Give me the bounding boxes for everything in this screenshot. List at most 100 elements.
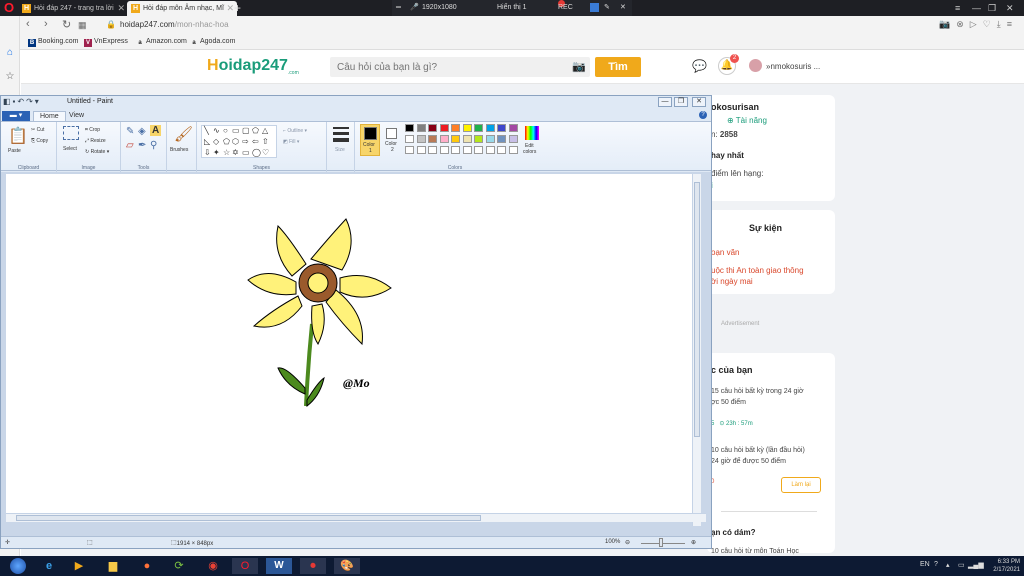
callout-oval-shape-icon[interactable]: ◯ xyxy=(252,148,261,157)
paint-close-icon[interactable]: ✕ xyxy=(692,97,706,107)
edit-colors-icon[interactable] xyxy=(525,126,539,140)
eraser-icon[interactable]: ▱ xyxy=(126,140,134,151)
callout-rect-shape-icon[interactable]: ▭ xyxy=(242,148,250,157)
file-menu-button[interactable]: ▬ ▾ xyxy=(2,111,30,121)
oval-shape-icon[interactable]: ○ xyxy=(223,126,228,135)
battery-icon[interactable]: ▭ xyxy=(958,561,965,569)
profile-name[interactable]: okosurisan xyxy=(711,102,759,112)
palette-swatch[interactable] xyxy=(508,146,518,154)
language-indicator[interactable]: EN xyxy=(920,561,930,568)
palette-swatch[interactable] xyxy=(485,135,495,143)
select-icon[interactable] xyxy=(63,126,79,140)
file-explorer-icon[interactable]: ▆ xyxy=(100,558,126,574)
chat-icon[interactable]: 💬 xyxy=(692,59,707,73)
palette-swatch[interactable] xyxy=(451,124,460,132)
palette-swatch[interactable] xyxy=(439,135,449,143)
palette-swatch[interactable] xyxy=(474,146,483,154)
arrow-right-shape-icon[interactable]: ⇨ xyxy=(242,137,249,146)
paint-icon[interactable]: 🎨 xyxy=(334,558,360,574)
palette-swatch[interactable] xyxy=(462,135,472,143)
pentagon-shape-icon[interactable]: ⬠ xyxy=(223,137,230,146)
mic-icon[interactable]: 🎤 xyxy=(410,0,419,16)
network-icon[interactable]: ▂▄▆ xyxy=(968,561,984,569)
palette-swatch[interactable] xyxy=(428,124,437,132)
close-window-icon[interactable]: ✕ xyxy=(1006,0,1014,16)
palette-swatch[interactable] xyxy=(508,124,518,132)
heart-shape-icon[interactable]: ♡ xyxy=(262,148,269,157)
notification-bell[interactable]: 🔔 2 xyxy=(718,54,739,75)
brush-icon[interactable]: 🖌 xyxy=(174,125,193,143)
copy-button[interactable]: ⎘ Copy xyxy=(31,138,48,144)
palette-swatch[interactable] xyxy=(428,146,437,154)
stop-icon[interactable] xyxy=(590,3,599,12)
tab-view[interactable]: View xyxy=(63,111,90,121)
right-triangle-shape-icon[interactable]: ◺ xyxy=(204,137,210,146)
palette-swatch[interactable] xyxy=(416,135,426,143)
new-tab-button[interactable]: + xyxy=(234,0,241,16)
palette-swatch[interactable] xyxy=(485,124,495,132)
search-button[interactable]: Tìm xyxy=(595,57,641,77)
recorder-icon[interactable]: ⏺ xyxy=(300,558,326,574)
outline-button[interactable]: ⌐ Outline ▾ xyxy=(283,128,307,134)
vertical-scroll-thumb[interactable] xyxy=(694,182,700,437)
palette-swatch[interactable] xyxy=(405,124,414,132)
site-logo[interactable]: Hoidap247.com xyxy=(207,57,299,76)
brushes-label[interactable]: Brushes xyxy=(170,147,188,153)
arrow-left-shape-icon[interactable]: ⇦ xyxy=(252,137,259,146)
ie-icon[interactable]: e xyxy=(36,558,62,574)
media-player-icon[interactable]: ▶ xyxy=(66,558,92,574)
palette-swatch[interactable] xyxy=(474,124,483,132)
opera-menu-icon[interactable]: O xyxy=(2,1,16,15)
forward-icon[interactable]: › xyxy=(44,18,48,30)
rotate-button[interactable]: ↻ Rotate ▾ xyxy=(85,149,109,155)
palette-swatch[interactable] xyxy=(497,124,506,132)
bookmark-agoda[interactable]: a Agoda.com xyxy=(190,38,235,47)
star4-shape-icon[interactable]: ✦ xyxy=(213,148,220,157)
resize-button[interactable]: ⤢ Resize xyxy=(85,138,106,144)
address-bar-actions[interactable]: 📷⊗▷♡⤓≡ xyxy=(939,19,1018,30)
crop-button[interactable]: ⌗ Crop xyxy=(85,127,100,133)
url-field[interactable]: hoidap247.com/mon-nhac-hoa xyxy=(120,20,229,29)
palette-swatch[interactable] xyxy=(416,124,426,132)
browser-tab-2[interactable]: H Hỏi đáp môn Âm nhạc, Mĩ ✕ xyxy=(127,1,237,16)
quick-access-toolbar[interactable]: ◧▪↶↷▾ xyxy=(3,97,41,106)
select-label[interactable]: Select xyxy=(63,146,77,152)
tabs-grid-icon[interactable]: ▦ xyxy=(78,20,87,31)
arrow-down-shape-icon[interactable]: ⇩ xyxy=(204,148,211,157)
tab-home[interactable]: Home xyxy=(33,111,66,121)
palette-swatch[interactable] xyxy=(416,146,426,154)
palette-swatch[interactable] xyxy=(462,146,472,154)
color-picker-icon[interactable]: ✒ xyxy=(138,140,146,151)
fill-bucket-icon[interactable]: ◈ xyxy=(138,126,146,137)
shapes-gallery[interactable]: ╲ ∿ ○ ▭ ▢ ⬠ △ ◺ ◇ ⬠ ⬡ ⇨ ⇦ ⇧ ⇩ ✦ ☆ ✡ ▭ ◯ xyxy=(201,125,277,158)
event-item-1[interactable]: oạn văn xyxy=(711,248,739,257)
home-icon[interactable]: ⌂ xyxy=(4,47,16,59)
bookmark-vnexpress[interactable]: V VnExpress xyxy=(84,38,128,47)
browser-settings-icon[interactable]: ≡ xyxy=(955,0,960,16)
color1-button[interactable]: Color 1 xyxy=(360,124,380,156)
paint-minimize-icon[interactable]: — xyxy=(658,97,672,107)
palette-swatch[interactable] xyxy=(485,146,495,154)
edit-colors-label-2[interactable]: colors xyxy=(523,149,536,155)
camera-icon[interactable]: 📷 xyxy=(572,60,586,73)
opera-icon[interactable]: O xyxy=(232,558,258,574)
hexagon-shape-icon[interactable]: ⬡ xyxy=(232,137,239,146)
zoom-out-icon[interactable]: ⊖ xyxy=(625,539,630,546)
back-icon[interactable]: ‹ xyxy=(26,18,30,30)
palette-swatch[interactable] xyxy=(439,146,449,154)
arrow-up-shape-icon[interactable]: ⇧ xyxy=(262,137,269,146)
cut-button[interactable]: ✂ Cut xyxy=(31,127,44,133)
palette-swatch[interactable] xyxy=(451,146,460,154)
palette-swatch[interactable] xyxy=(439,124,449,132)
pen-icon[interactable]: ✎ xyxy=(604,0,610,16)
palette-swatch[interactable] xyxy=(474,135,483,143)
fill-button[interactable]: ◩ Fill ▾ xyxy=(283,139,299,145)
polygon-shape-icon[interactable]: ⬠ xyxy=(252,126,259,135)
rounded-rect-shape-icon[interactable]: ▢ xyxy=(242,126,250,135)
magnifier-icon[interactable]: ⚲ xyxy=(150,140,157,151)
text-tool-icon[interactable]: A xyxy=(150,125,162,136)
pencil-icon[interactable]: ✎ xyxy=(126,126,134,137)
palette-swatch[interactable] xyxy=(462,124,472,132)
zoom-slider-thumb[interactable] xyxy=(659,538,663,547)
color2-button[interactable]: Color 2 xyxy=(383,124,403,156)
